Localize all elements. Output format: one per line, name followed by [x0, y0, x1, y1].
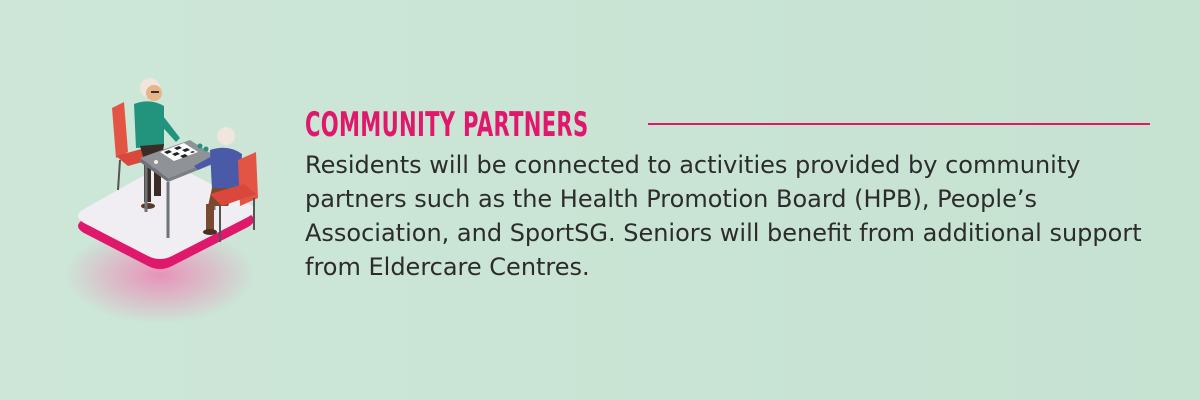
seniors-playing-checkers-icon — [60, 60, 290, 330]
heading-row: COMMUNITY PARTNERS — [305, 100, 1150, 150]
section-heading: COMMUNITY PARTNERS — [305, 105, 589, 145]
description-text: Residents will be connected to activitie… — [305, 151, 1142, 281]
heading-divider — [648, 123, 1150, 125]
